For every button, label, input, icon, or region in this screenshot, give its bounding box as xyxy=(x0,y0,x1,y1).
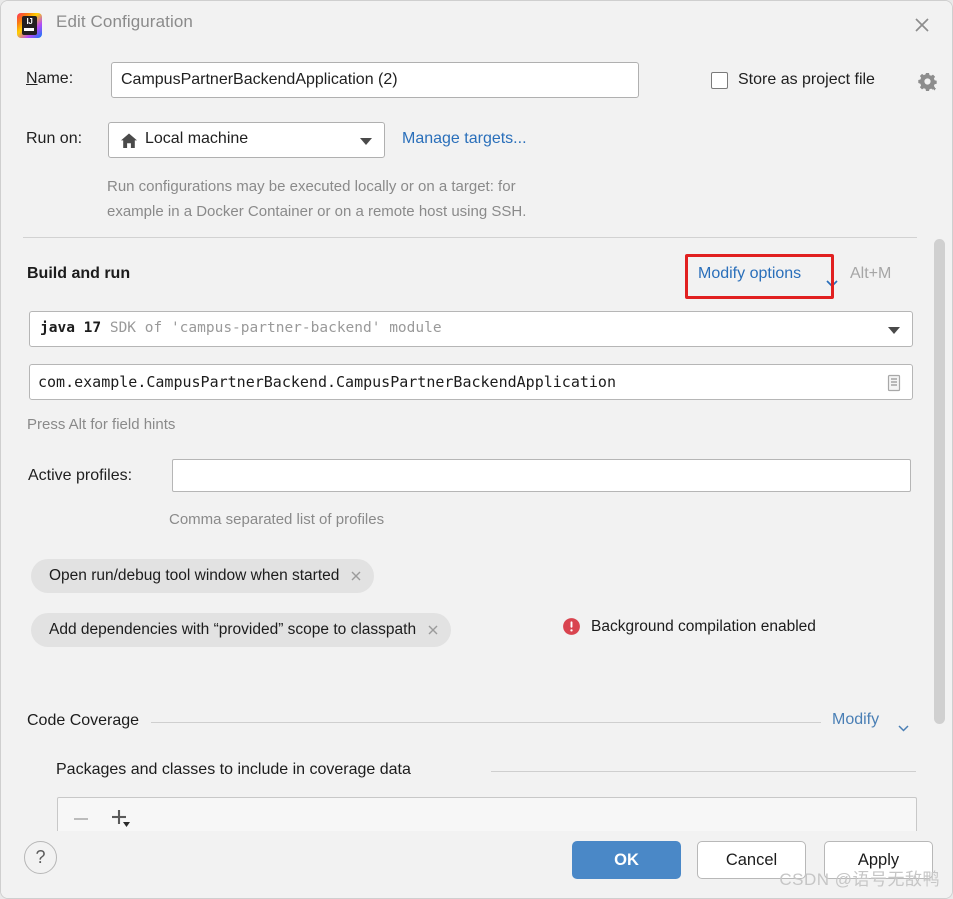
intellij-idea-icon: IJ xyxy=(17,13,42,38)
name-label: Name: xyxy=(26,70,73,88)
dialog-titlebar: IJ Edit Configuration xyxy=(1,1,952,49)
help-button[interactable]: ? xyxy=(24,841,57,874)
background-compilation-notice: Background compilation enabled xyxy=(562,617,816,636)
modify-options-link[interactable]: Modify options xyxy=(698,265,801,283)
sdk-description: SDK of 'campus-partner-backend' module xyxy=(109,320,442,336)
module-list-icon[interactable] xyxy=(884,373,904,393)
run-on-hint-line-1: Run configurations may be executed local… xyxy=(107,178,516,195)
gear-icon[interactable] xyxy=(917,71,939,98)
modify-options-shortcut: Alt+M xyxy=(850,265,892,282)
store-as-project-file-label: Store as project file xyxy=(738,71,875,88)
ok-button[interactable]: OK xyxy=(572,841,681,879)
cancel-button[interactable]: Cancel xyxy=(697,841,806,879)
active-profiles-label: Active profiles: xyxy=(28,467,133,484)
packages-rule xyxy=(491,771,916,772)
chip-label: Open run/debug tool window when started xyxy=(49,567,340,584)
chevron-down-icon xyxy=(360,138,372,145)
run-on-label: Run on: xyxy=(26,130,83,147)
main-class-field[interactable]: com.example.CampusPartnerBackend.CampusP… xyxy=(29,364,913,400)
code-coverage-section-title: Code Coverage xyxy=(27,712,148,730)
code-coverage-rule xyxy=(151,722,821,723)
dialog-footer: ? OK Cancel Apply CSDN @语号无敌鸭 xyxy=(1,831,952,898)
name-label-rest: ame: xyxy=(37,70,74,87)
background-compilation-text: Background compilation enabled xyxy=(591,617,816,635)
store-as-project-file-row[interactable]: Store as project file xyxy=(711,71,875,89)
field-hints-text: Press Alt for field hints xyxy=(27,416,176,433)
active-profiles-hint: Comma separated list of profiles xyxy=(169,511,385,528)
apply-button[interactable]: Apply xyxy=(824,841,933,879)
chip-close-icon[interactable] xyxy=(348,568,364,584)
store-as-project-file-checkbox[interactable] xyxy=(711,71,728,89)
run-on-value: Local machine xyxy=(145,130,249,147)
chevron-down-icon xyxy=(888,327,900,334)
active-profiles-input[interactable] xyxy=(172,459,911,492)
manage-targets-link[interactable]: Manage targets... xyxy=(402,130,527,148)
run-on-hint-line-2: example in a Docker Container or on a re… xyxy=(107,203,527,220)
home-icon xyxy=(119,131,139,156)
chevron-down-icon[interactable] xyxy=(825,276,839,294)
edit-configuration-dialog: IJ Edit Configuration Name: Store as pro… xyxy=(0,0,953,899)
option-chip-add-provided-dependencies: Add dependencies with “provided” scope t… xyxy=(31,613,452,647)
chevron-down-icon[interactable] xyxy=(897,720,910,738)
sdk-name: java 17 xyxy=(40,320,102,336)
packages-section-title: Packages and classes to include in cover… xyxy=(56,761,419,779)
run-on-combobox[interactable]: Local machine xyxy=(108,122,385,158)
name-input[interactable] xyxy=(111,62,639,98)
error-circle-icon xyxy=(562,617,581,636)
build-and-run-section-title: Build and run xyxy=(27,265,131,282)
dialog-title: Edit Configuration xyxy=(56,12,193,31)
option-chip-open-run-debug-tool-window: Open run/debug tool window when started xyxy=(31,559,375,593)
main-class-value: com.example.CampusPartnerBackend.CampusP… xyxy=(38,373,616,391)
close-icon[interactable] xyxy=(908,11,936,39)
sdk-combobox[interactable]: java 17 SDK of 'campus-partner-backend' … xyxy=(29,311,913,347)
vertical-scrollbar-thumb[interactable] xyxy=(934,239,945,724)
chip-label: Add dependencies with “provided” scope t… xyxy=(49,621,417,638)
code-coverage-modify-link[interactable]: Modify xyxy=(832,711,879,729)
section-divider xyxy=(23,237,917,238)
name-label-mnemonic: N xyxy=(26,70,38,87)
chip-close-icon[interactable] xyxy=(425,622,441,638)
